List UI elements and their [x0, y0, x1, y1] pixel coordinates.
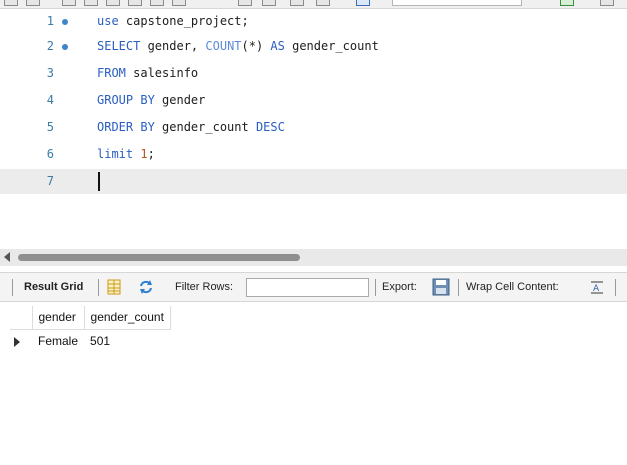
- sql-keyword: limit: [97, 147, 134, 161]
- toggle-icon[interactable]: [238, 0, 252, 6]
- save-disk-icon[interactable]: [432, 273, 450, 301]
- result-grid-tab[interactable]: Result Grid: [24, 273, 83, 301]
- execute-statement-icon[interactable]: [84, 0, 98, 6]
- line-number: 4: [46, 93, 54, 107]
- sql-keyword: use: [97, 14, 119, 28]
- code-text: use capstone_project;: [97, 14, 249, 28]
- limit-rows-select[interactable]: [392, 0, 522, 6]
- commit-icon[interactable]: [150, 0, 164, 6]
- line-number: 7: [46, 174, 54, 188]
- table-cell[interactable]: Female: [32, 329, 84, 352]
- stop-icon[interactable]: [128, 0, 142, 6]
- refresh-arrows-icon[interactable]: [138, 273, 154, 301]
- line-number: 6: [46, 147, 54, 161]
- separator: [98, 279, 99, 296]
- code-line[interactable]: 5 ORDER BY gender_count DESC: [0, 115, 627, 140]
- explain-icon[interactable]: [106, 0, 120, 6]
- line-number: 2: [46, 39, 54, 53]
- add-snippet-icon[interactable]: [560, 0, 574, 6]
- sql-text: gender,: [140, 39, 206, 53]
- row-selector[interactable]: [10, 329, 32, 352]
- wrap-text-icon[interactable]: A: [590, 273, 604, 301]
- sql-text: gender_count: [284, 39, 379, 53]
- separator: [458, 279, 459, 296]
- sql-text: capstone_project;: [118, 14, 249, 28]
- statement-marker-icon: [62, 44, 68, 50]
- result-table: gender gender_count Female 501: [10, 306, 171, 352]
- rollback-icon[interactable]: [172, 0, 186, 6]
- sql-function: COUNT: [205, 39, 242, 53]
- code-text: limit 1;: [97, 147, 155, 161]
- statement-marker-icon: [62, 19, 68, 25]
- sql-keyword: AS: [270, 39, 285, 53]
- code-text: SELECT gender, COUNT(*) AS gender_count: [97, 39, 379, 53]
- grid-form-icon[interactable]: [107, 273, 121, 301]
- result-toolbar: Result Grid Filter Rows: Export: Wrap Ce…: [0, 272, 627, 302]
- scroll-left-icon[interactable]: [4, 252, 10, 262]
- invisible-chars-icon[interactable]: [356, 0, 370, 6]
- text-caret: [98, 172, 100, 191]
- code-line[interactable]: 2 SELECT gender, COUNT(*) AS gender_coun…: [0, 34, 627, 59]
- sql-text: (*): [241, 39, 271, 53]
- save-icon[interactable]: [26, 0, 40, 6]
- filter-rows-input[interactable]: [246, 278, 369, 297]
- sql-text: gender: [154, 93, 206, 107]
- code-line[interactable]: 4 GROUP BY gender: [0, 88, 627, 113]
- sql-text: ;: [147, 147, 155, 161]
- sql-keyword: GROUP BY: [97, 93, 155, 107]
- code-line-current[interactable]: 7: [0, 169, 627, 194]
- separator: [615, 279, 616, 296]
- editor-toolbar: [0, 0, 627, 9]
- sql-editor[interactable]: 1 use capstone_project; 2 SELECT gender,…: [0, 9, 627, 246]
- line-number: 5: [46, 120, 54, 134]
- open-file-icon[interactable]: [4, 0, 18, 6]
- execute-icon[interactable]: [62, 0, 76, 6]
- wrap-cell-label: Wrap Cell Content:: [466, 281, 559, 293]
- sql-text: salesinfo: [125, 66, 199, 80]
- editor-horizontal-scrollbar[interactable]: [0, 249, 627, 266]
- sql-keyword: ORDER BY: [97, 120, 155, 134]
- table-row[interactable]: Female 501: [10, 329, 170, 352]
- table-cell[interactable]: 501: [84, 329, 170, 352]
- row-header-corner: [10, 306, 33, 330]
- code-line[interactable]: 1 use capstone_project;: [0, 9, 627, 34]
- code-text: GROUP BY gender: [97, 93, 205, 107]
- code-text: ORDER BY gender_count DESC: [97, 120, 285, 134]
- sql-text: gender_count: [154, 120, 256, 134]
- code-text: FROM salesinfo: [97, 66, 198, 80]
- current-row-icon: [14, 336, 20, 347]
- beautify-icon[interactable]: [290, 0, 304, 6]
- column-header-gender-count[interactable]: gender_count: [84, 306, 171, 330]
- result-grid[interactable]: gender gender_count Female 501: [0, 304, 627, 465]
- code-line[interactable]: 3 FROM salesinfo: [0, 61, 627, 86]
- find-icon[interactable]: [316, 0, 330, 6]
- wrap-icon[interactable]: [600, 0, 614, 6]
- line-number: 1: [46, 14, 54, 28]
- separator: [375, 279, 376, 296]
- filter-rows-label: Filter Rows:: [175, 281, 234, 293]
- separator: [12, 279, 13, 296]
- column-header-gender[interactable]: gender: [32, 306, 85, 330]
- sql-keyword: FROM: [97, 66, 126, 80]
- line-number: 3: [46, 66, 54, 80]
- sql-keyword: SELECT: [97, 39, 141, 53]
- scrollbar-thumb[interactable]: [18, 254, 300, 261]
- code-line[interactable]: 6 limit 1;: [0, 142, 627, 167]
- limit-icon[interactable]: [262, 0, 276, 6]
- sql-number: 1: [140, 147, 148, 161]
- sql-keyword: DESC: [255, 120, 285, 134]
- export-label: Export:: [382, 281, 417, 293]
